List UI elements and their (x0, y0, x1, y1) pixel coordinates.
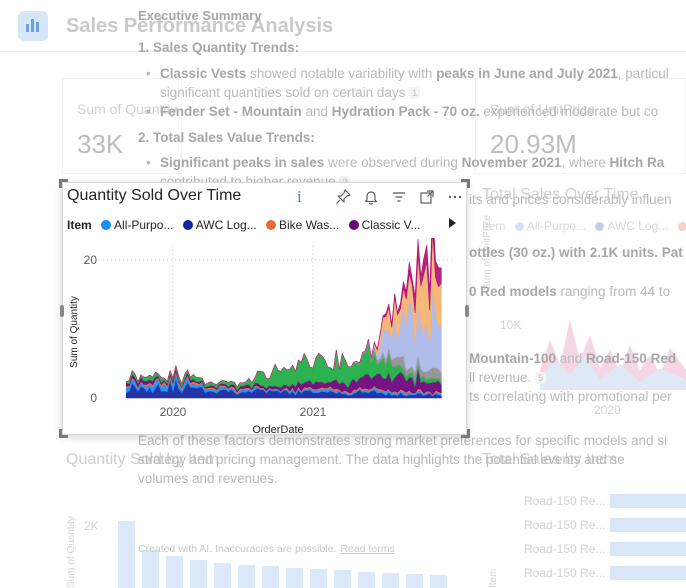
citation-badge[interactable]: 5 (535, 372, 547, 384)
bg-bar (190, 560, 207, 588)
bg-bar (310, 569, 327, 588)
legend-dot (182, 220, 193, 230)
summary-fragment: 0 Red models ranging from 44 to (469, 284, 671, 299)
summary-bullet: Classic Vests showed notable variability… (146, 64, 669, 83)
bg-tick: 2K (84, 519, 99, 533)
bg-hbar (610, 566, 686, 580)
bg-bar (118, 521, 135, 588)
bg-hbar (610, 494, 686, 508)
bg-bar (166, 556, 183, 588)
bg-bar (238, 565, 255, 588)
bg-hbar-label: Road-150 Re... (524, 542, 606, 556)
read-terms-link[interactable]: Read terms (340, 543, 394, 555)
card-value: 33K (77, 129, 124, 159)
filter-icon[interactable] (391, 189, 407, 205)
bg-ylabel-item: Item (488, 568, 499, 588)
bg-hbar-label: Road-150 Re... (524, 518, 606, 532)
y-tick-label: 0 (90, 391, 97, 405)
quantity-sold-over-time-visual[interactable]: Quantity Sold Over Time i Item All-Purpo… (59, 179, 470, 438)
more-options-icon[interactable] (447, 189, 463, 205)
bg-bar (334, 570, 351, 588)
bg-bar (382, 573, 399, 588)
legend-item-bike-wash[interactable]: Bike Was... (266, 218, 339, 232)
bg-bar (214, 563, 231, 588)
x-tick-label: 2021 (300, 405, 327, 419)
legend-item-awc-logo[interactable]: AWC Log... (182, 218, 257, 232)
legend-dot (348, 220, 359, 230)
citation-badge[interactable]: 1 (409, 87, 421, 99)
chart-legend: Item All-Purpo... AWC Log... Bike Was...… (67, 218, 457, 234)
legend-dot (266, 220, 276, 230)
summary-section-1-title: 1. Sales Quantity Trends: (138, 40, 300, 55)
focus-mode-icon[interactable] (419, 189, 435, 205)
summary-section-2-title: 2. Total Sales Value Trends: (138, 130, 315, 145)
legend-dot (101, 220, 112, 230)
legend-item-classic-vest[interactable]: Classic V... (348, 218, 421, 232)
y-axis-title: Sum of Quantity (69, 296, 80, 368)
visual-title: Quantity Sold Over Time (67, 187, 242, 204)
report-app-icon (18, 11, 48, 41)
y-tick-label: 20 (84, 253, 98, 267)
summary-fragment: ts correlating with promotional per (469, 389, 672, 404)
summary-paragraph: volumes and revenues. (138, 471, 278, 486)
summary-bullet: Significant peaks in sales were observed… (146, 153, 664, 172)
info-icon[interactable]: i (297, 187, 302, 207)
summary-fragment: ll revenue. 5 (469, 368, 547, 387)
x-tick-label: 2020 (160, 405, 187, 419)
legend-title: Item (67, 218, 92, 232)
x-axis-title: OrderDate (252, 424, 303, 434)
summary-paragraph: strategy and pricing management. The dat… (138, 452, 625, 467)
bg-ylabel-quantity: Sum of Quantity (66, 516, 77, 588)
bg-bar (286, 568, 303, 588)
summary-fragment: its and prices considerably influen (469, 192, 672, 207)
report-canvas: Sales Performance Analysis Sum of Quanti… (0, 0, 686, 588)
ai-disclaimer: Created with AI. Inaccuracies are possib… (138, 543, 395, 555)
bg-bar (142, 550, 159, 588)
bg-hbar (610, 518, 686, 532)
bg-hbar-label: Road-150 Re... (524, 566, 606, 580)
resize-handle-top-right[interactable] (461, 179, 470, 188)
pin-icon[interactable] (335, 189, 351, 205)
summary-fragment: ottles (30 oz.) with 2.1K units. Pat (469, 245, 683, 260)
bg-hbar-label: Road-150 Re... (524, 494, 606, 508)
legend-item-all-purpose[interactable]: All-Purpo... (101, 218, 173, 232)
summary-bullet-cont: significant quantities sold on certain d… (160, 83, 421, 102)
summary-bullet: Fender Set - Mountain and Hydration Pack… (146, 102, 658, 121)
bg-bar (406, 574, 423, 588)
legend-next-arrow-icon[interactable] (449, 218, 456, 228)
quantity-chart: 0202020 2021OrderDateSum of Quantity (69, 238, 453, 434)
bell-icon[interactable] (363, 189, 379, 205)
summary-fragment: Mountain-100 and Road-150 Red (469, 351, 677, 366)
bg-bar (358, 572, 375, 588)
bg-hbar (610, 542, 686, 556)
bg-bar (262, 566, 279, 588)
summary-heading: Executive Summary (138, 8, 262, 23)
bg-bar (430, 575, 447, 588)
